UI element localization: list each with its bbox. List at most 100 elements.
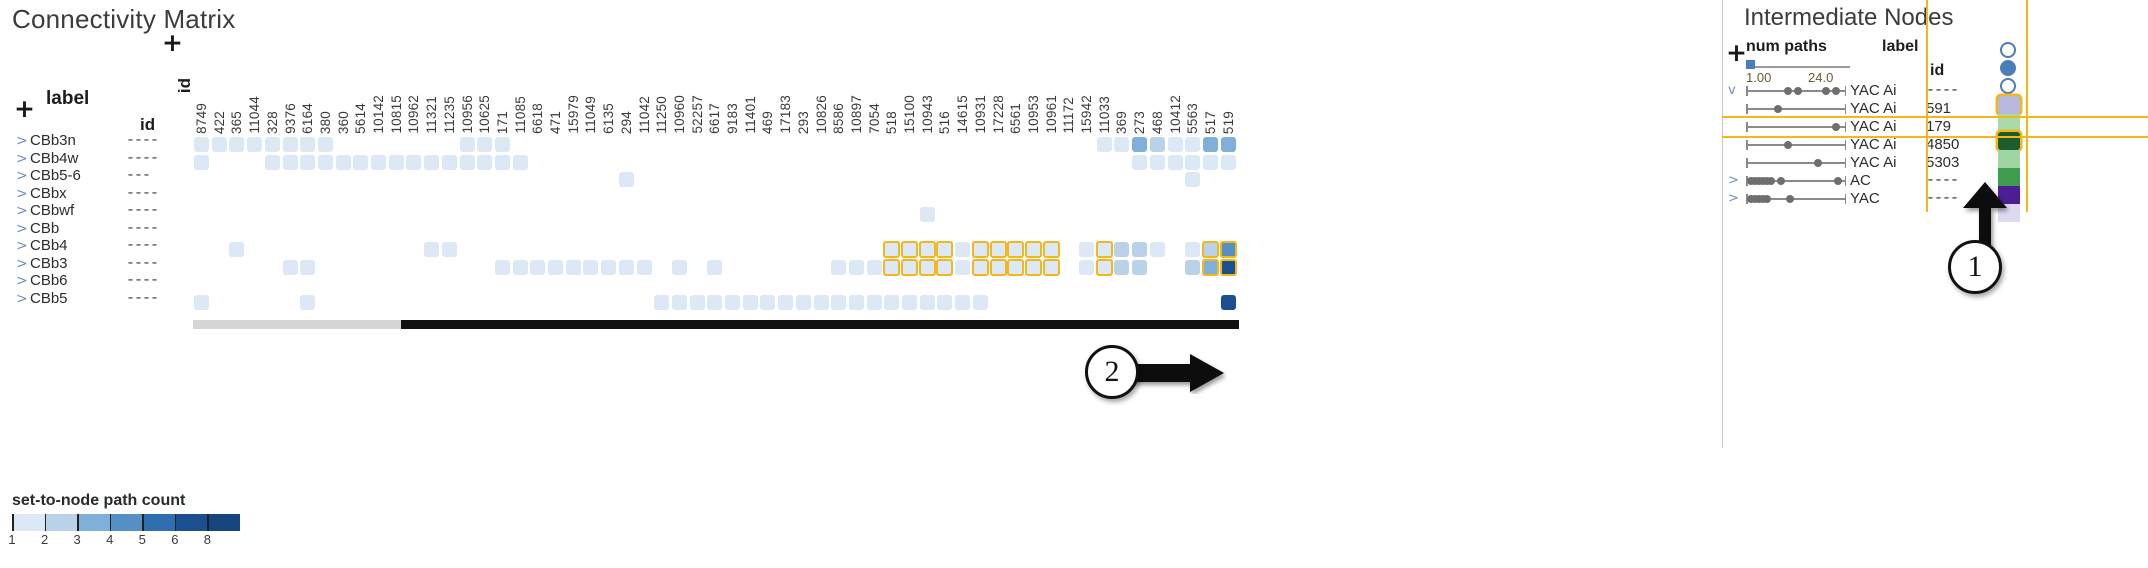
matrix-column-header[interactable]: 7054 <box>867 103 882 134</box>
matrix-cell[interactable] <box>1202 137 1218 152</box>
matrix-column-header[interactable]: 6135 <box>601 103 616 134</box>
matrix-column-header[interactable]: 468 <box>1150 111 1165 134</box>
matrix-column-header[interactable]: 10961 <box>1044 95 1059 134</box>
matrix-cell[interactable] <box>1008 259 1024 275</box>
slider-track[interactable] <box>1746 66 1850 68</box>
row-expand-chevron-icon[interactable]: > <box>16 203 28 219</box>
matrix-cell[interactable] <box>902 259 917 275</box>
intermediate-node-row-4850[interactable]: YAC Ai 4850 <box>1722 136 2148 154</box>
matrix-cell[interactable] <box>990 242 1006 257</box>
matrix-column-header[interactable]: 10826 <box>814 95 829 134</box>
matrix-row-cbb4[interactable]: > CBb4 ---- <box>14 237 194 255</box>
matrix-cell[interactable] <box>583 259 599 275</box>
num-paths-strip[interactable] <box>1746 175 1846 187</box>
matrix-column-header[interactable]: 11172 <box>1061 97 1076 134</box>
row-label-column-header[interactable]: label <box>46 88 89 110</box>
matrix-column-header[interactable]: 10956 <box>460 95 475 134</box>
matrix-column-header[interactable]: 10953 <box>1026 95 1041 134</box>
matrix-column-header[interactable]: 17228 <box>991 95 1006 134</box>
matrix-cell[interactable] <box>494 154 510 170</box>
slider-handle[interactable] <box>1746 60 1755 69</box>
matrix-column-header[interactable]: 519 <box>1221 111 1236 134</box>
matrix-cell[interactable] <box>972 242 988 257</box>
matrix-column-header[interactable]: 294 <box>619 111 634 134</box>
node-color-chip[interactable] <box>1996 96 2022 114</box>
matrix-cell[interactable] <box>1185 154 1201 170</box>
matrix-cell[interactable] <box>1132 137 1148 152</box>
num-paths-strip[interactable] <box>1746 85 1846 97</box>
add-row-plus-icon[interactable]: + <box>14 96 35 121</box>
matrix-cell[interactable] <box>1149 137 1165 152</box>
matrix-cell[interactable] <box>282 137 298 152</box>
matrix-cell[interactable] <box>990 259 1006 275</box>
matrix-cell[interactable] <box>300 259 316 275</box>
matrix-cell[interactable] <box>264 154 280 170</box>
matrix-column-header[interactable]: 369 <box>1114 111 1129 134</box>
node-chip-square[interactable] <box>1998 150 2020 168</box>
node-chip-circle-icon[interactable] <box>2000 78 2016 94</box>
node-chip-circle-icon[interactable] <box>2000 60 2016 76</box>
matrix-column-header[interactable]: 10142 <box>371 95 386 134</box>
matrix-cell[interactable] <box>1185 259 1201 275</box>
matrix-cell[interactable] <box>618 259 634 275</box>
matrix-cell[interactable] <box>937 294 953 310</box>
matrix-row-cbb3n[interactable]: > CBb3n ---- <box>14 132 194 150</box>
matrix-cell[interactable] <box>512 259 528 275</box>
matrix-cell[interactable] <box>955 294 971 310</box>
matrix-row-cbb[interactable]: > CBb ---- <box>14 220 194 238</box>
matrix-cell[interactable] <box>601 259 617 275</box>
matrix-column-header[interactable]: 10960 <box>672 95 687 134</box>
row-expand-chevron-icon[interactable]: > <box>16 273 28 289</box>
matrix-cell[interactable] <box>1132 242 1148 257</box>
matrix-cell[interactable] <box>919 207 935 222</box>
matrix-cell[interactable] <box>884 259 900 275</box>
matrix-column-header[interactable]: 471 <box>548 111 563 134</box>
matrix-cell[interactable] <box>424 242 440 257</box>
matrix-column-header[interactable]: 365 <box>229 111 244 134</box>
matrix-cell[interactable] <box>1025 259 1041 275</box>
node-chip-circle-icon[interactable] <box>2000 42 2016 58</box>
matrix-column-header[interactable]: 518 <box>884 111 899 134</box>
matrix-column-header[interactable]: 328 <box>265 111 280 134</box>
matrix-column-header[interactable]: 516 <box>937 111 952 134</box>
matrix-cell[interactable] <box>1096 242 1112 257</box>
matrix-cell[interactable] <box>636 259 652 275</box>
matrix-cell[interactable] <box>1079 242 1094 257</box>
matrix-cell[interactable] <box>494 259 510 275</box>
matrix-cell[interactable] <box>459 137 475 152</box>
matrix-cell[interactable] <box>194 294 209 310</box>
node-expand-chevron-icon[interactable]: v <box>1728 83 1736 99</box>
matrix-cell[interactable] <box>707 259 723 275</box>
matrix-cell[interactable] <box>902 294 917 310</box>
matrix-cell[interactable] <box>1202 242 1218 257</box>
matrix-column-header[interactable]: 5563 <box>1185 103 1200 134</box>
matrix-cell[interactable] <box>742 294 758 310</box>
matrix-column-header[interactable]: 10815 <box>389 95 404 134</box>
matrix-cell[interactable] <box>1185 242 1201 257</box>
node-color-chip[interactable] <box>1996 78 2022 96</box>
matrix-cell[interactable] <box>1043 259 1059 275</box>
matrix-cell[interactable] <box>1149 154 1165 170</box>
matrix-cell[interactable] <box>300 137 316 152</box>
matrix-row-cbb3[interactable]: > CBb3 ---- <box>14 255 194 273</box>
matrix-column-header[interactable]: 11235 <box>442 96 457 134</box>
matrix-cell[interactable] <box>353 154 369 170</box>
matrix-cell[interactable] <box>229 137 245 152</box>
matrix-cell[interactable] <box>866 259 882 275</box>
matrix-cell[interactable] <box>831 294 847 310</box>
matrix-cell[interactable] <box>955 259 971 275</box>
matrix-cell[interactable] <box>494 137 510 152</box>
node-color-chip[interactable] <box>1996 60 2022 78</box>
matrix-column-header[interactable]: 422 <box>212 111 227 134</box>
row-expand-chevron-icon[interactable]: > <box>16 256 28 272</box>
matrix-column-header[interactable]: 11250 <box>654 96 669 134</box>
matrix-column-header[interactable]: 8586 <box>831 103 846 134</box>
matrix-cell[interactable] <box>194 154 209 170</box>
matrix-column-header[interactable]: 6617 <box>707 103 722 134</box>
matrix-cell[interactable] <box>441 242 457 257</box>
num-paths-strip[interactable] <box>1746 103 1846 115</box>
matrix-cell[interactable] <box>795 294 811 310</box>
matrix-column-header[interactable]: 10943 <box>920 95 935 134</box>
matrix-cell[interactable] <box>671 294 687 310</box>
add-column-plus-icon[interactable]: + <box>162 30 183 55</box>
